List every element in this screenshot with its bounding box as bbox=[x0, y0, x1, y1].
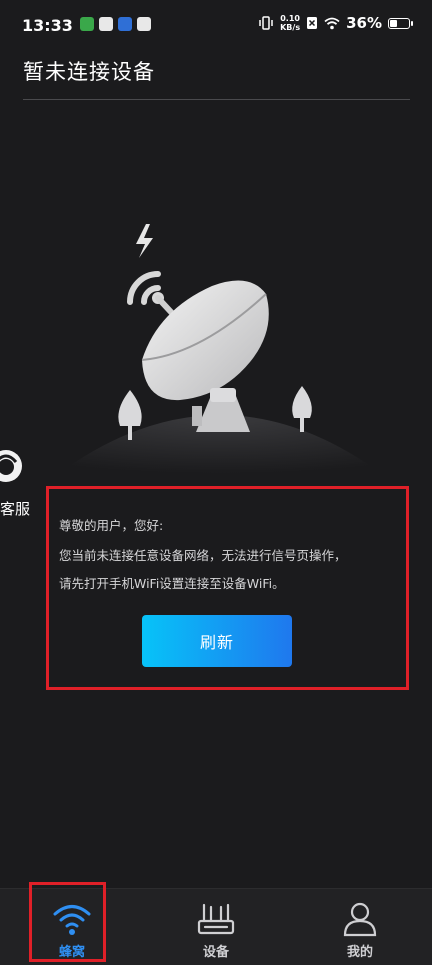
tab-label: 设备 bbox=[202, 945, 229, 960]
net-speed-value: 0.10 bbox=[280, 14, 300, 23]
title-divider bbox=[23, 99, 410, 100]
person-icon bbox=[343, 902, 377, 937]
wifi-signal-icon bbox=[324, 17, 340, 29]
vibrate-icon bbox=[259, 16, 273, 30]
notice-line-1: 您当前未连接任意设备网络，无法进行信号页操作， bbox=[59, 548, 347, 563]
active-tab-highlight bbox=[29, 882, 106, 962]
tab-mine[interactable]: 我的 bbox=[310, 889, 410, 965]
status-right: 0.10 KB/s 36% bbox=[258, 14, 413, 32]
notice-line-2: 请先打开手机WiFi设置连接至设备WiFi。 bbox=[59, 576, 285, 591]
router-icon bbox=[197, 903, 235, 935]
battery-icon bbox=[388, 17, 413, 29]
app-notification-icon bbox=[118, 17, 132, 31]
net-speed: 0.10 KB/s bbox=[280, 14, 300, 32]
status-time: 13:33 bbox=[22, 16, 73, 35]
no-sim-icon bbox=[307, 17, 318, 29]
tab-label: 我的 bbox=[346, 945, 373, 960]
app-notification-icon bbox=[137, 17, 151, 31]
page-title: 暂未连接设备 bbox=[23, 60, 155, 84]
status-bar: 13:33 0.10 KB/s 36% bbox=[0, 0, 432, 52]
notice-greeting: 尊敬的用户，您好: bbox=[59, 518, 164, 533]
battery-percent: 36% bbox=[346, 14, 382, 32]
satellite-dish-illustration bbox=[60, 224, 380, 480]
notification-icons bbox=[80, 17, 151, 31]
net-speed-unit: KB/s bbox=[280, 23, 301, 32]
battery-level-fill bbox=[390, 19, 398, 27]
tab-device[interactable]: 设备 bbox=[166, 889, 266, 965]
lightning-icon bbox=[136, 224, 153, 258]
app-notification-icon bbox=[80, 17, 94, 31]
refresh-button[interactable]: 刷新 bbox=[142, 615, 292, 667]
app-notification-icon bbox=[99, 17, 113, 31]
notice-box: 尊敬的用户，您好: 您当前未连接任意设备网络，无法进行信号页操作， 请先打开手机… bbox=[46, 486, 409, 690]
tree-right-icon bbox=[292, 386, 312, 432]
customer-service-label[interactable]: 客服 bbox=[0, 498, 30, 519]
